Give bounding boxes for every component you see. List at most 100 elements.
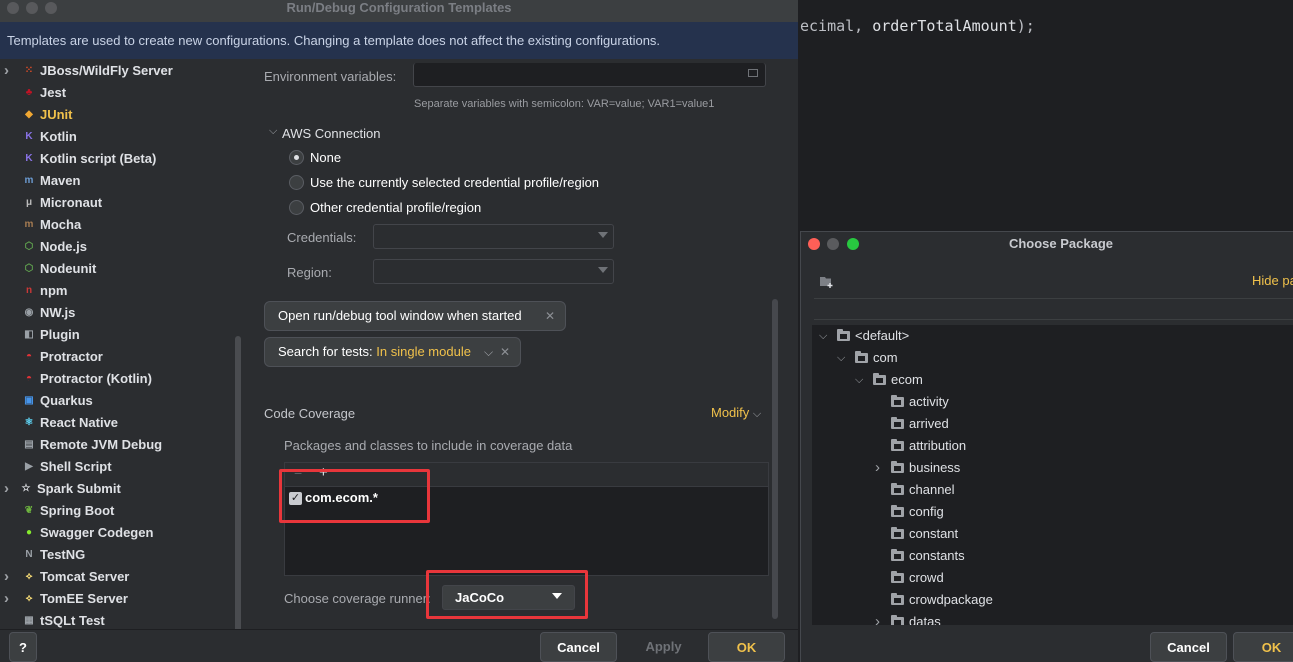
radio-label-current-profile: Use the currently selected credential pr… xyxy=(310,175,600,190)
chevron-down-icon[interactable]: ⌵ xyxy=(269,125,277,138)
package-search-field[interactable] xyxy=(814,298,1293,320)
sidebar-item-tomee-server[interactable]: › ⟡ TomEE Server xyxy=(0,588,232,610)
sidebar-item-junit[interactable]: ◆ JUnit xyxy=(0,104,232,126)
tree-item[interactable]: ⌵ com xyxy=(812,347,1293,369)
chevron-right-icon[interactable]: › xyxy=(4,591,16,607)
sidebar-item-label: Node.js xyxy=(40,239,87,254)
open-tool-window-chip[interactable]: Open run/debug tool window when started … xyxy=(264,301,566,331)
tree-item-label: arrived xyxy=(909,416,949,431)
chevron-down-icon[interactable]: ⌵ xyxy=(837,347,849,369)
sidebar-item-spring-boot[interactable]: ❦ Spring Boot xyxy=(0,500,232,522)
tree-item[interactable]: crowdpackage xyxy=(812,589,1293,611)
settings-scrollbar[interactable] xyxy=(772,299,778,619)
tree-item[interactable]: channel xyxy=(812,479,1293,501)
sidebar-item-plugin[interactable]: ◧ Plugin xyxy=(0,324,232,346)
sidebar-item-kotlin[interactable]: K Kotlin xyxy=(0,126,232,148)
sidebar-item-kotlin-script-beta[interactable]: K Kotlin script (Beta) xyxy=(0,148,232,170)
tsqlt-icon: ▦ xyxy=(24,615,34,626)
tree-item[interactable]: arrived xyxy=(812,413,1293,435)
help-button[interactable]: ? xyxy=(9,632,37,662)
sidebar-item-node-js[interactable]: ⬡ Node.js xyxy=(0,236,232,258)
tree-item[interactable]: activity xyxy=(812,391,1293,413)
jest-icon: ♣ xyxy=(25,87,33,98)
chevron-right-icon[interactable]: › xyxy=(4,481,16,497)
chevron-down-icon[interactable]: ⌵ xyxy=(819,325,831,347)
search-scope-value: In single module xyxy=(376,344,471,359)
dialog-titlebar: Run/Debug Configuration Templates xyxy=(0,0,798,22)
tree-item[interactable]: ⌵ ecom xyxy=(812,369,1293,391)
sidebar-item-mocha[interactable]: m Mocha xyxy=(0,214,232,236)
sidebar-scrollbar[interactable] xyxy=(235,336,241,629)
sidebar-item-label: Plugin xyxy=(40,327,80,342)
credentials-combo[interactable] xyxy=(373,224,614,249)
modify-link[interactable]: Modify ⌵ xyxy=(711,405,761,421)
chevron-right-icon[interactable]: › xyxy=(4,569,16,585)
expand-field-icon[interactable] xyxy=(748,69,758,77)
ok-button[interactable]: OK xyxy=(708,632,785,662)
sidebar-item-npm[interactable]: n npm xyxy=(0,280,232,302)
maven-icon: m xyxy=(24,175,34,186)
sidebar-item-remote-jvm-debug[interactable]: ▤ Remote JVM Debug xyxy=(0,434,232,456)
chevron-down-icon[interactable]: ⌵ xyxy=(855,369,867,391)
hide-paths-link[interactable]: Hide pa xyxy=(1252,273,1293,288)
sidebar-item-tsqlt-test[interactable]: ▦ tSQLt Test xyxy=(0,610,232,629)
sidebar-item-testng[interactable]: N TestNG xyxy=(0,544,232,566)
sidebar-item-swagger-codegen[interactable]: ● Swagger Codegen xyxy=(0,522,232,544)
tree-item[interactable]: ⌵ <default> xyxy=(812,325,1293,347)
radio-aws-current-profile[interactable] xyxy=(289,175,304,190)
tree-item-label: constants xyxy=(909,548,965,563)
tree-item-label: crowdpackage xyxy=(909,592,993,607)
tree-item[interactable]: constant xyxy=(812,523,1293,545)
chevron-right-icon[interactable]: › xyxy=(875,457,887,479)
sidebar-item-react-native[interactable]: ⚛ React Native xyxy=(0,412,232,434)
sidebar-item-label: Remote JVM Debug xyxy=(40,437,163,452)
region-combo[interactable] xyxy=(373,259,614,284)
chevron-right-icon[interactable]: › xyxy=(4,63,16,79)
sidebar-item-quarkus[interactable]: ▣ Quarkus xyxy=(0,390,232,412)
sidebar-item-protractor[interactable]: ◓ Protractor xyxy=(0,346,232,368)
tree-item[interactable]: › datas xyxy=(812,611,1293,625)
package-ok-button[interactable]: OK xyxy=(1233,632,1293,662)
sidebar-item-nodeunit[interactable]: ⬡ Nodeunit xyxy=(0,258,232,280)
package-dialog-title: Choose Package xyxy=(1008,236,1114,251)
radio-aws-none[interactable] xyxy=(289,150,304,165)
close-icon[interactable]: ✕ xyxy=(500,338,510,366)
radio-aws-other-profile[interactable] xyxy=(289,200,304,215)
tomee-icon: ⟡ xyxy=(25,593,33,604)
chevron-right-icon[interactable]: › xyxy=(875,611,887,625)
chip-label: Open run/debug tool window when started xyxy=(278,308,522,323)
radio-label-other-profile: Other credential profile/region xyxy=(310,200,482,215)
sidebar-item-spark-submit[interactable]: › ☆ Spark Submit xyxy=(0,478,232,500)
tree-item-label: attribution xyxy=(909,438,967,453)
radio-label-none: None xyxy=(310,150,342,165)
sidebar-item-shell-script[interactable]: ▶ Shell Script xyxy=(0,456,232,478)
chevron-down-icon[interactable]: ⌵ xyxy=(484,338,493,366)
search-for-tests-chip[interactable]: Search for tests: In single module ⌵ ✕ xyxy=(264,337,521,367)
sidebar-item-label: JUnit xyxy=(40,107,73,122)
env-variables-input[interactable] xyxy=(413,63,766,87)
sidebar-item-micronaut[interactable]: μ Micronaut xyxy=(0,192,232,214)
package-cancel-button[interactable]: Cancel xyxy=(1150,632,1227,662)
sidebar-item-jest[interactable]: ♣ Jest xyxy=(0,82,232,104)
package-folder-icon xyxy=(891,549,904,561)
tree-item[interactable]: attribution xyxy=(812,435,1293,457)
remote-debug-icon: ▤ xyxy=(24,439,34,450)
package-folder-icon xyxy=(891,439,904,451)
tree-item[interactable]: constants xyxy=(812,545,1293,567)
tree-item-label: <default> xyxy=(855,328,910,343)
sidebar-item-label: Swagger Codegen xyxy=(40,525,154,540)
new-package-icon[interactable] xyxy=(820,276,834,288)
react-icon: ⚛ xyxy=(24,417,34,428)
sidebar-item-protractor-kotlin[interactable]: ◓ Protractor (Kotlin) xyxy=(0,368,232,390)
sidebar-item-nw-js[interactable]: ◉ NW.js xyxy=(0,302,232,324)
tree-item[interactable]: crowd xyxy=(812,567,1293,589)
close-icon[interactable]: ✕ xyxy=(545,302,555,330)
tree-item[interactable]: › business xyxy=(812,457,1293,479)
code-coverage-title: Code Coverage xyxy=(264,406,356,421)
sidebar-item-maven[interactable]: m Maven xyxy=(0,170,232,192)
sidebar-item-jboss-wildfly-server[interactable]: › ⁙ JBoss/WildFly Server xyxy=(0,60,232,82)
cancel-button[interactable]: Cancel xyxy=(540,632,617,662)
sidebar-item-tomcat-server[interactable]: › ⟡ Tomcat Server xyxy=(0,566,232,588)
tree-item[interactable]: config xyxy=(812,501,1293,523)
apply-button[interactable]: Apply xyxy=(625,632,702,662)
